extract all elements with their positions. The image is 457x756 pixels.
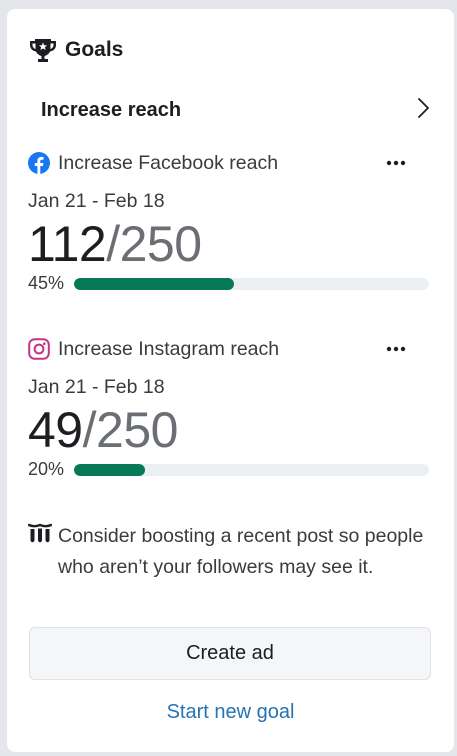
progress-fill bbox=[74, 463, 145, 476]
goal-facebook: Increase Facebook reach Jan 21 - Feb 18 … bbox=[28, 149, 433, 294]
trophy-icon bbox=[27, 34, 59, 66]
section-title: Increase reach bbox=[41, 98, 182, 121]
goal-percent: 20% bbox=[28, 459, 65, 479]
more-options-button[interactable] bbox=[381, 335, 411, 363]
card-title: Goals bbox=[65, 38, 124, 61]
goal-target-value: /250 bbox=[82, 402, 179, 458]
goal-count: 112/250 bbox=[28, 215, 433, 273]
audience-icon bbox=[27, 523, 53, 547]
boost-tip: Consider boosting a recent post so peopl… bbox=[27, 521, 428, 582]
create-ad-button[interactable]: Create ad bbox=[29, 627, 431, 680]
goal-name: Increase Instagram reach bbox=[58, 337, 280, 360]
goal-current-value: 112 bbox=[28, 216, 107, 272]
card-header: Goals bbox=[27, 34, 123, 66]
goal-percent: 45% bbox=[28, 273, 65, 293]
progress-bar bbox=[74, 277, 429, 290]
tip-text: Consider boosting a recent post so peopl… bbox=[58, 525, 424, 578]
facebook-icon bbox=[28, 152, 50, 174]
goal-name: Increase Facebook reach bbox=[58, 151, 279, 174]
goal-count: 49/250 bbox=[28, 401, 433, 459]
chevron-right-icon bbox=[415, 97, 431, 124]
goal-dates: Jan 21 - Feb 18 bbox=[28, 376, 165, 398]
goal-instagram: Increase Instagram reach Jan 21 - Feb 18… bbox=[28, 335, 433, 480]
more-options-button[interactable] bbox=[381, 149, 411, 177]
progress-bar bbox=[74, 463, 429, 476]
instagram-icon bbox=[28, 338, 50, 360]
goal-dates: Jan 21 - Feb 18 bbox=[28, 190, 165, 212]
goal-target-value: /250 bbox=[106, 216, 202, 272]
start-new-goal-link[interactable]: Start new goal bbox=[7, 701, 454, 724]
goal-current-value: 49 bbox=[28, 402, 83, 458]
increase-reach-row[interactable]: Increase reach bbox=[41, 95, 431, 125]
goals-card: Goals Increase reach Increase Facebook r… bbox=[7, 9, 454, 752]
progress-fill bbox=[74, 277, 234, 290]
